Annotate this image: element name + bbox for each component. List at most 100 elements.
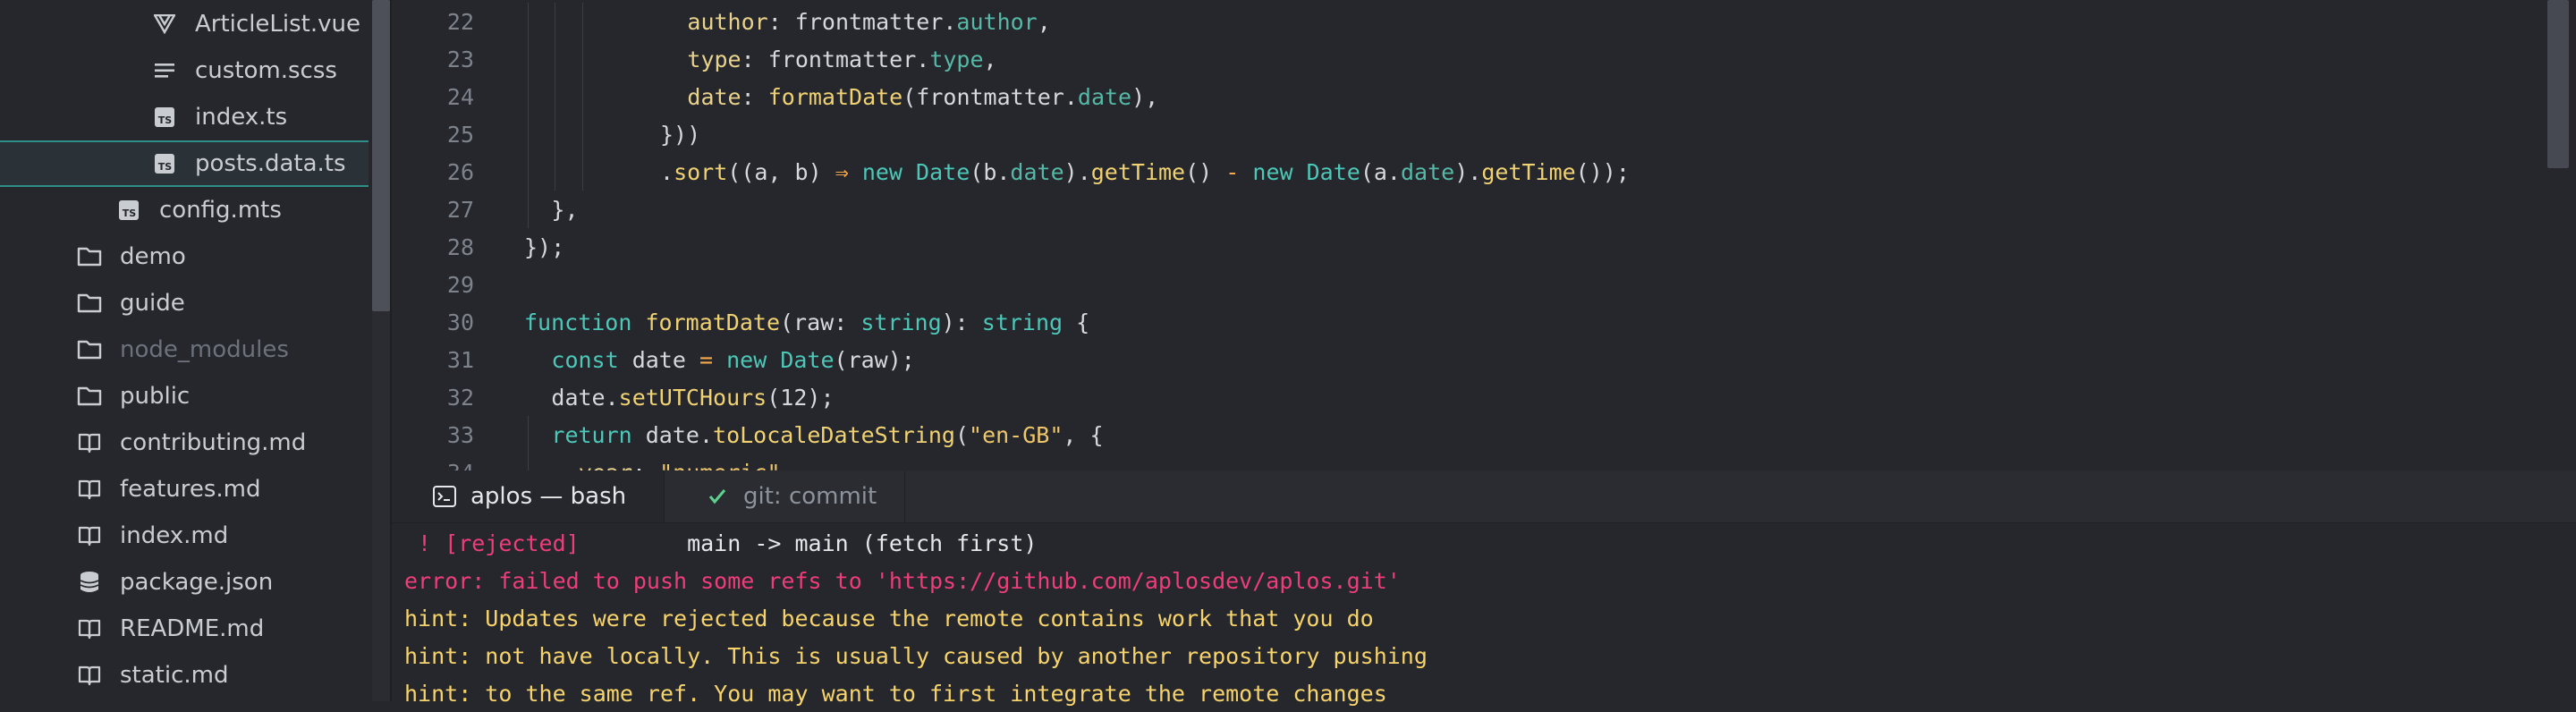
code-token: :: [632, 460, 659, 471]
code-token: (12);: [767, 384, 835, 411]
sidebar-item-index-ts[interactable]: TS index.ts: [0, 94, 369, 140]
code-line[interactable]: 33 return date.toLocaleDateString("en-GB"…: [392, 416, 2547, 453]
code-text: })): [660, 122, 700, 148]
sidebar-item-node-modules[interactable]: node_modules: [0, 326, 369, 373]
code-token: ((a, b): [727, 158, 835, 185]
terminal-text: error: failed to push some refs to 'http…: [404, 567, 1401, 594]
terminal-text: hint: not have locally. This is usually …: [404, 642, 1428, 669]
code-text: date: formatDate(frontmatter.date),: [687, 84, 1158, 110]
ts-icon: TS: [147, 104, 182, 131]
code-line[interactable]: 30 function formatDate(raw: string): stri…: [392, 303, 2547, 341]
sidebar-item-label: config.mts: [159, 197, 282, 224]
code-line[interactable]: 34 year: "numeric",: [392, 453, 2547, 470]
code-token: });: [524, 233, 565, 260]
code-line[interactable]: 32 date.setUTCHours(12);: [392, 378, 2547, 416]
code-text: const date = new Date(raw);: [551, 347, 914, 373]
sidebar-item-index-md[interactable]: index.md: [0, 513, 369, 559]
sidebar-item-label: README.md: [120, 615, 265, 642]
book-icon: [72, 662, 107, 689]
indent-guide: [528, 153, 529, 191]
folder-icon: [72, 383, 107, 410]
code-text: .sort((a, b) ⇒ new Date(b.date).getTime(…: [660, 159, 1630, 185]
code-token: ,: [983, 46, 997, 72]
folder-icon: [72, 336, 107, 363]
database-icon: [72, 569, 107, 596]
terminal-output-line: hint: not have locally. This is usually …: [404, 637, 1428, 674]
ts-icon: TS: [147, 150, 182, 177]
indent-guide: [581, 153, 583, 191]
code-line[interactable]: 26 .sort((a, b) ⇒ new Date(b.date).getTim…: [392, 153, 2547, 191]
sidebar-item-label: index.md: [120, 522, 229, 549]
terminal-icon: [433, 485, 456, 508]
code-editor[interactable]: 22 author: frontmatter.author, 23 type: fro…: [392, 0, 2576, 470]
code-line[interactable]: 24 date: formatDate(frontmatter.date),: [392, 78, 2547, 115]
line-number: 29: [446, 271, 474, 298]
line-number: 34: [392, 460, 474, 471]
sidebar-item-guide[interactable]: guide: [0, 280, 369, 326]
line-number: 25: [446, 121, 474, 148]
terminal-tab-label: git: commit: [743, 483, 877, 510]
sidebar-item-static-md[interactable]: static.md: [0, 652, 369, 699]
terminal-text: hint: Updates were rejected because the …: [404, 605, 1374, 631]
code-token: ,: [1037, 8, 1051, 35]
sidebar-scrollbar-thumb[interactable]: [372, 0, 390, 311]
sidebar-item-readme-md[interactable]: README.md: [0, 606, 369, 652]
code-line[interactable]: 31 const date = new Date(raw);: [392, 341, 2547, 378]
code-token: type: [929, 46, 984, 72]
code-token: ).: [1454, 158, 1482, 185]
code-token: {: [1063, 309, 1090, 335]
svg-text:TS: TS: [123, 208, 137, 219]
code-token: getTime: [1481, 158, 1576, 185]
code-token: ).: [1063, 158, 1091, 185]
code-text: },: [551, 197, 578, 223]
code-token: date: [1010, 158, 1064, 185]
code-token: formatDate: [767, 83, 903, 110]
editor-scrollbar-thumb[interactable]: [2547, 0, 2569, 168]
code-token: const: [551, 346, 619, 373]
code-token: :: [741, 83, 768, 110]
folder-icon: [72, 243, 107, 270]
line-number: 31: [446, 346, 474, 373]
code-token: , {: [1063, 421, 1104, 448]
code-line[interactable]: 29: [392, 266, 2547, 303]
code-line[interactable]: 27},: [392, 191, 2547, 228]
book-icon: [72, 429, 107, 456]
sidebar-item-features-md[interactable]: features.md: [0, 466, 369, 513]
code-line[interactable]: 25})): [392, 115, 2547, 153]
terminal-tab-git-commit[interactable]: git: commit: [664, 470, 905, 522]
code-token: ):: [941, 309, 982, 335]
terminal-text: main -> main (fetch first): [579, 530, 1038, 556]
code-token: author: [687, 8, 768, 35]
sidebar-item-package-json[interactable]: package.json: [0, 559, 369, 606]
code-token: string: [981, 309, 1063, 335]
code-line[interactable]: 23 type: frontmatter.type,: [392, 40, 2547, 78]
terminal-panel[interactable]: aplos — bash git: commit ! [rejected] mai…: [392, 470, 2576, 707]
code-text: });: [524, 234, 564, 260]
sidebar-item-public[interactable]: public: [0, 373, 369, 420]
sidebar-item-custom-scss[interactable]: custom.scss: [0, 47, 369, 94]
code-token: (a.: [1360, 158, 1401, 185]
line-number: 22: [446, 8, 474, 35]
code-token: author: [956, 8, 1038, 35]
sidebar-item-contributing-md[interactable]: contributing.md: [0, 420, 369, 466]
sidebar-item-config-mts[interactable]: TS config.mts: [0, 187, 369, 233]
svg-text:TS: TS: [158, 161, 173, 173]
code-token: ⇒: [835, 158, 849, 185]
code-line[interactable]: 22 author: frontmatter.author,: [392, 3, 2547, 40]
terminal-output-line: ! [rejected] main -> main (fetch first): [404, 524, 1037, 562]
code-token: (raw:: [780, 309, 861, 335]
code-token: new: [861, 158, 902, 185]
code-token: return: [551, 421, 632, 448]
terminal-tab-bash[interactable]: aplos — bash: [392, 470, 664, 522]
ts-icon: TS: [111, 197, 147, 224]
sidebar-item-posts-data-ts[interactable]: TS posts.data.ts: [0, 140, 369, 187]
folder-icon: [72, 290, 107, 317]
code-line[interactable]: 28});: [392, 228, 2547, 266]
sidebar-item-demo[interactable]: demo: [0, 233, 369, 280]
code-token: date: [687, 83, 741, 110]
sidebar-item-articlelist-vue[interactable]: ArticleList.vue: [0, 1, 369, 47]
line-number: 23: [446, 46, 474, 72]
